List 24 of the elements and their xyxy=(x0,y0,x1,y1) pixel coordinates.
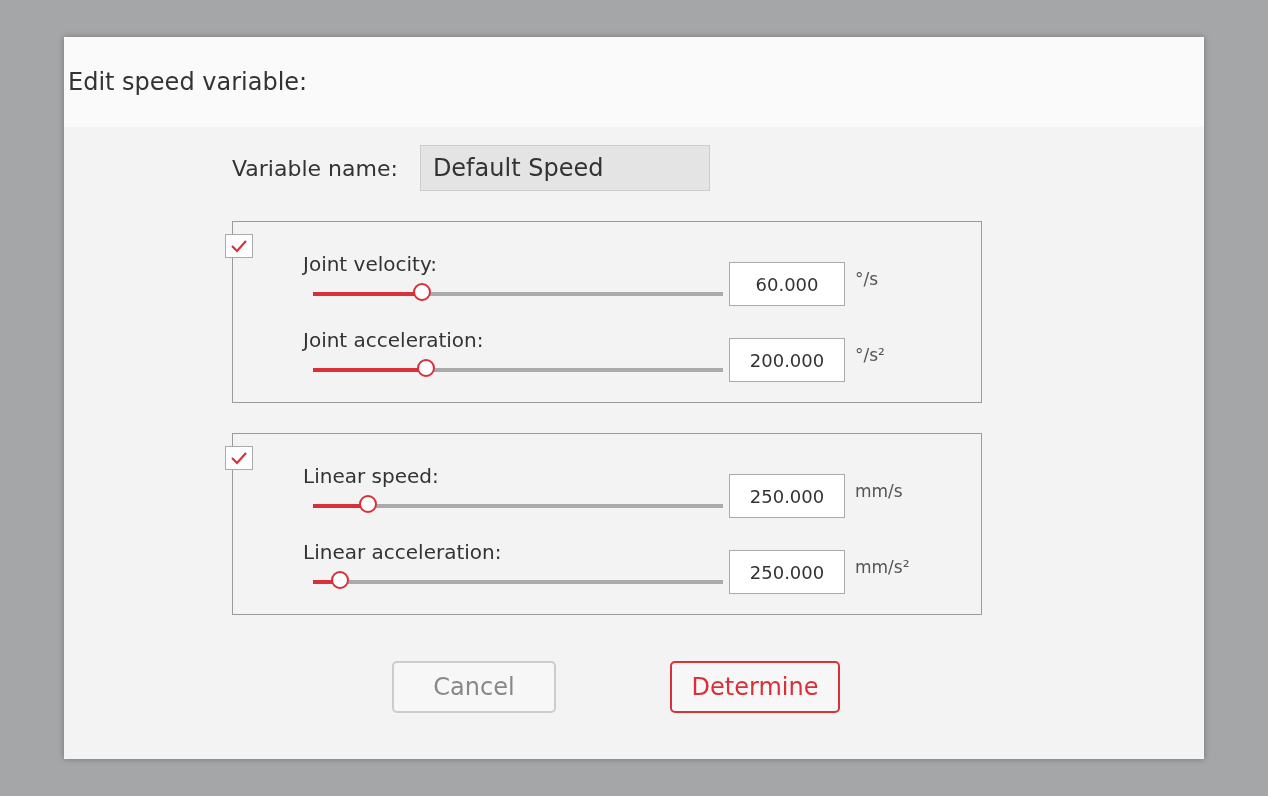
slider-label: Linear acceleration: xyxy=(303,540,503,564)
value-field[interactable]: 60.000 xyxy=(729,262,845,306)
checkbox[interactable] xyxy=(225,446,253,470)
slider-thumb[interactable] xyxy=(412,283,431,301)
unit-label: °/s² xyxy=(855,345,885,365)
slider-label: Joint acceleration: xyxy=(303,328,485,352)
check-icon xyxy=(230,239,248,253)
checkbox[interactable] xyxy=(225,234,253,258)
slider-thumb[interactable] xyxy=(359,495,378,513)
value-field[interactable]: 200.000 xyxy=(729,338,845,382)
unit-label: °/s xyxy=(855,269,879,289)
dialog-title: Edit speed variable: xyxy=(68,68,308,96)
variable-name-field[interactable]: Default Speed xyxy=(419,145,710,191)
determine-button[interactable]: Determine xyxy=(670,661,840,713)
unit-label: mm/s² xyxy=(855,557,910,577)
value-field[interactable]: 250.000 xyxy=(729,550,845,594)
unit-label: mm/s xyxy=(855,481,903,501)
check-icon xyxy=(230,451,248,465)
slider-label: Linear speed: xyxy=(303,464,440,488)
variable-name-label: Variable name: xyxy=(232,155,398,181)
value-field[interactable]: 250.000 xyxy=(729,474,845,518)
slider-thumb[interactable] xyxy=(330,571,349,589)
slider-label: Joint velocity: xyxy=(303,252,438,276)
slider-thumb[interactable] xyxy=(416,359,435,377)
